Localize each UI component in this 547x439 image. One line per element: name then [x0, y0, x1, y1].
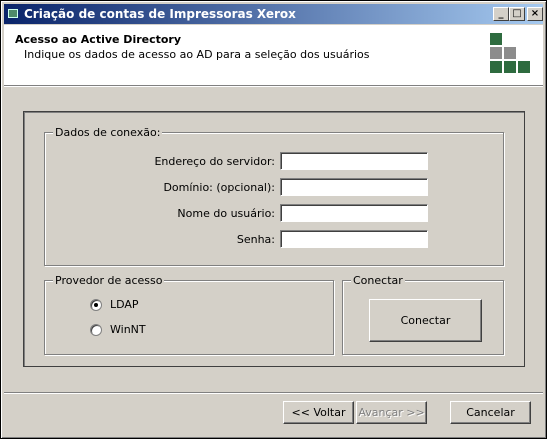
cancel-button[interactable]: Cancelar [450, 401, 531, 424]
password-input[interactable] [280, 230, 428, 248]
winnt-radio-option[interactable]: WinNT [90, 323, 146, 336]
winnt-label: WinNT [110, 323, 146, 336]
winnt-radio[interactable] [90, 323, 102, 336]
ldap-label: LDAP [110, 298, 139, 311]
maximize-button[interactable]: □ [509, 7, 525, 21]
connect-group: Conectar Conectar [342, 274, 504, 355]
app-icon [8, 9, 18, 18]
server-address-label: Endereço do servidor: [154, 155, 275, 168]
next-button: Avançar >> [356, 401, 427, 424]
close-icon: × [530, 8, 540, 19]
page-subtitle: Indique os dados de acesso ao AD para a … [24, 48, 370, 61]
connection-group: Dados de conexão: Endereço do servidor: … [44, 126, 504, 266]
wizard-header: Acesso ao Active Directory Indique os da… [4, 25, 543, 86]
wizard-window: Criação de contas de Impressoras Xerox _… [0, 0, 547, 439]
connect-legend: Conectar [351, 274, 405, 287]
domain-label: Domínio: (opcional): [163, 181, 275, 194]
username-input[interactable] [280, 204, 428, 222]
password-label: Senha: [236, 233, 275, 246]
connection-legend: Dados de conexão: [53, 126, 163, 139]
connect-button[interactable]: Conectar [369, 299, 482, 342]
provider-legend: Provedor de acesso [53, 274, 165, 287]
close-button[interactable]: × [527, 7, 543, 21]
title-bar[interactable]: Criação de contas de Impressoras Xerox _… [4, 4, 543, 24]
minimize-icon: _ [498, 8, 504, 19]
provider-group: Provedor de acesso LDAP WinNT [44, 274, 334, 355]
domain-input[interactable] [280, 178, 428, 196]
username-label: Nome do usuário: [177, 207, 275, 220]
ldap-radio[interactable] [90, 298, 102, 311]
back-button[interactable]: << Voltar [283, 401, 354, 424]
window-title: Criação de contas de Impressoras Xerox [24, 7, 296, 21]
ldap-radio-option[interactable]: LDAP [90, 298, 139, 311]
footer-divider [4, 392, 543, 394]
page-title: Acesso ao Active Directory [15, 33, 182, 46]
minimize-button[interactable]: _ [493, 7, 509, 21]
maximize-icon: □ [512, 8, 522, 19]
content-panel: Dados de conexão: Endereço do servidor: … [23, 111, 525, 367]
wizard-logo-icon [490, 33, 530, 75]
server-address-input[interactable] [280, 152, 428, 170]
